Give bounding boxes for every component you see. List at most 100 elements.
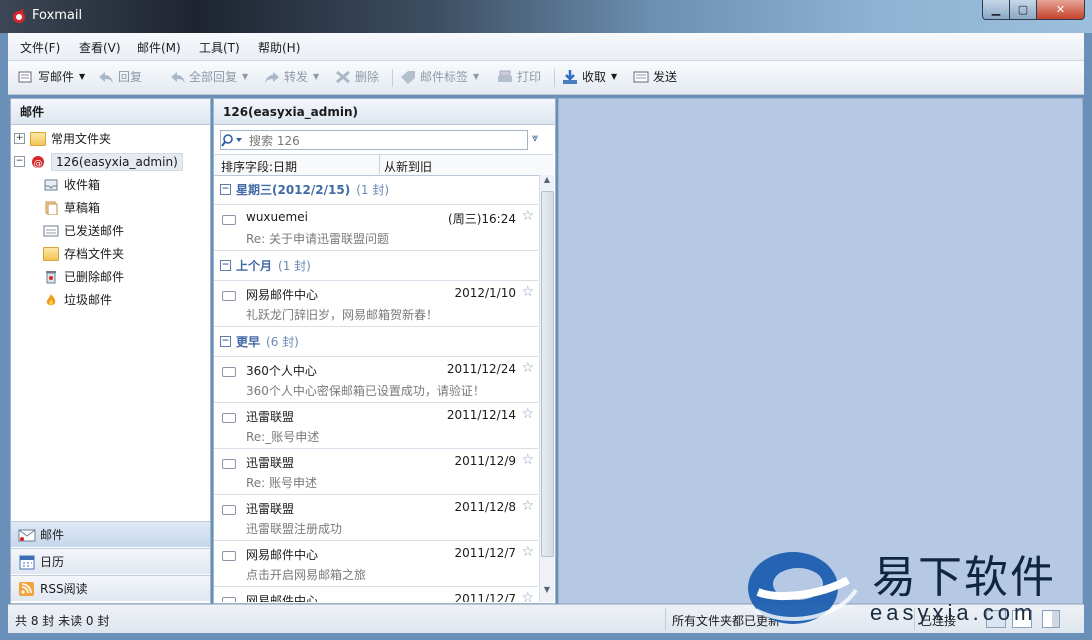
mail-icon — [18, 529, 36, 541]
chevron-down-icon: ▼ — [611, 72, 618, 81]
sort-bar: 排序字段:日期 从新到旧 — [214, 154, 553, 176]
scroll-up-icon[interactable]: ▲ — [541, 175, 553, 189]
receive-button[interactable]: 收取 ▼ — [561, 68, 617, 85]
scrollbar-thumb[interactable] — [541, 191, 554, 557]
collapse-icon[interactable]: − — [220, 184, 231, 195]
delete-button[interactable]: 删除 — [334, 68, 379, 85]
mail-item[interactable]: 网易邮件中心 2011/12/7 ☆ — [214, 587, 538, 602]
star-icon[interactable]: ☆ — [521, 590, 534, 602]
tag-label: 邮件标签 — [420, 70, 469, 84]
star-icon[interactable]: ☆ — [521, 208, 534, 224]
folder-icon — [43, 246, 59, 261]
scroll-down-icon[interactable]: ▼ — [541, 585, 553, 599]
mail-item[interactable]: 网易邮件中心 2011/12/7 ☆ 点击开启网易邮箱之旅 — [214, 541, 538, 587]
tree-item-drafts[interactable]: 草稿箱 — [11, 196, 210, 219]
mail-sender: 迅雷联盟 — [246, 410, 295, 424]
tree-item-label: 已发送邮件 — [64, 224, 125, 238]
star-icon[interactable]: ☆ — [521, 406, 534, 422]
reply-all-button[interactable]: 全部回复 ▼ — [168, 68, 248, 85]
tree-item-label: 草稿箱 — [64, 201, 101, 215]
message-list: − 星期三(2012/2/15) (1 封) wuxuemei (周三)16:2… — [214, 175, 538, 602]
mail-item[interactable]: 360个人中心 2011/12/24 ☆ 360个人中心密保邮箱已设置成功，请验… — [214, 357, 538, 403]
compose-button[interactable]: 写邮件 ▼ — [17, 68, 85, 85]
collapse-icon[interactable]: − — [220, 260, 231, 271]
mail-subject: 点击开启网易邮箱之旅 — [246, 568, 367, 582]
group-header[interactable]: − 更早 (6 封) — [214, 327, 538, 357]
star-icon[interactable]: ☆ — [521, 360, 534, 376]
group-count: (6 封) — [266, 335, 299, 349]
nav-calendar[interactable]: 日历 — [11, 548, 210, 574]
mail-sender: 360个人中心 — [246, 364, 317, 378]
tree-item-trash[interactable]: 已删除邮件 — [11, 265, 210, 288]
tag-icon — [401, 70, 415, 84]
search-icon — [221, 134, 242, 147]
vertical-scrollbar[interactable]: ▲ ▼ — [539, 175, 554, 602]
menu-mail[interactable]: 邮件(M) — [137, 39, 181, 56]
mail-date: 2011/12/14 — [446, 408, 516, 422]
message-list-header: 126(easyxia_admin) — [214, 99, 555, 125]
receive-label: 收取 — [582, 70, 607, 84]
reading-pane-toggle-icon[interactable] — [1042, 610, 1060, 628]
mail-item[interactable]: wuxuemei (周三)16:24 ☆ Re: 关于申请迅雷联盟问题 — [214, 205, 538, 251]
menu-tools[interactable]: 工具(T) — [199, 39, 240, 56]
menu-help[interactable]: 帮助(H) — [258, 39, 300, 56]
trash-icon — [46, 270, 56, 283]
nav-calendar-label: 日历 — [40, 555, 65, 569]
tree-item-inbox[interactable]: 收件箱 — [11, 173, 210, 196]
mail-item[interactable]: 迅雷联盟 2011/12/8 ☆ 迅雷联盟注册成功 — [214, 495, 538, 541]
toolbar: 写邮件 ▼ 回复 全部回复 ▼ 转发 ▼ 删除 邮件标签 ▼ 打印 收取 ▼ 发送 — [8, 61, 1084, 95]
mail-item[interactable]: 迅雷联盟 2011/12/14 ☆ Re:_账号申述 — [214, 403, 538, 449]
tree-item-spam[interactable]: 垃圾邮件 — [11, 288, 210, 311]
compose-label: 写邮件 — [38, 70, 75, 84]
collapse-icon[interactable]: − — [220, 336, 231, 347]
mail-item[interactable]: 网易邮件中心 2012/1/10 ☆ 礼跃龙门辞旧岁，网易邮箱贺新春！ — [214, 281, 538, 327]
forward-button[interactable]: 转发 ▼ — [263, 68, 319, 85]
reading-pane — [558, 98, 1083, 604]
maximize-button[interactable]: ▢ — [1009, 0, 1037, 20]
expand-search-icon[interactable]: ⩔ — [532, 131, 538, 145]
tree-item-label: 存档文件夹 — [64, 247, 125, 261]
group-header[interactable]: − 上个月 (1 封) — [214, 251, 538, 281]
close-button[interactable]: ✕ — [1036, 0, 1085, 20]
reply-all-icon — [171, 71, 185, 83]
mail-date: (周三)16:24 — [448, 212, 516, 226]
menu-view[interactable]: 查看(V) — [79, 39, 121, 56]
minimize-button[interactable]: ▁ — [982, 0, 1010, 20]
tree-item-archive[interactable]: 存档文件夹 — [11, 242, 210, 265]
tag-button[interactable]: 邮件标签 ▼ — [399, 68, 479, 85]
nav-rss[interactable]: RSS阅读 — [11, 575, 210, 601]
envelope-icon — [222, 551, 236, 561]
rss-icon — [19, 581, 34, 596]
send-label: 发送 — [653, 70, 678, 84]
print-button[interactable]: 打印 — [496, 68, 541, 85]
menu-file[interactable]: 文件(F) — [20, 39, 60, 56]
star-icon[interactable]: ☆ — [521, 544, 534, 560]
reply-label: 回复 — [118, 70, 143, 84]
expand-icon[interactable]: + — [14, 133, 25, 144]
mail-item[interactable]: 迅雷联盟 2011/12/9 ☆ Re: 账号申述 — [214, 449, 538, 495]
sort-order[interactable]: 从新到旧 — [384, 158, 432, 175]
tree-item-account[interactable]: − @ 126(easyxia_admin) — [11, 150, 210, 173]
group-title: 更早 — [236, 335, 261, 349]
tree-item-common-folders[interactable]: + 常用文件夹 — [11, 127, 210, 150]
nav-mail[interactable]: 邮件 — [11, 521, 210, 547]
collapse-icon[interactable]: − — [14, 156, 25, 167]
search-input[interactable]: 搜索 126 — [220, 130, 528, 150]
group-header[interactable]: − 星期三(2012/2/15) (1 封) — [214, 175, 538, 205]
star-icon[interactable]: ☆ — [521, 452, 534, 468]
watermark-brand: 易下软件 — [872, 552, 1056, 603]
send-button[interactable]: 发送 — [632, 68, 677, 85]
folder-pane-header: 邮件 — [11, 99, 210, 125]
envelope-icon — [222, 367, 236, 377]
sort-field[interactable]: 排序字段:日期 — [221, 158, 297, 175]
receive-icon — [563, 69, 577, 84]
mail-date: 2011/12/24 — [446, 362, 516, 376]
folder-tree: + 常用文件夹 − @ 126(easyxia_admin) 收件箱 草稿箱 已… — [11, 127, 210, 311]
toolbar-separator — [554, 69, 555, 87]
tree-item-sent[interactable]: 已发送邮件 — [11, 219, 210, 242]
star-icon[interactable]: ☆ — [521, 284, 534, 300]
tree-item-label: 垃圾邮件 — [64, 293, 113, 307]
star-icon[interactable]: ☆ — [521, 498, 534, 514]
reply-button[interactable]: 回复 — [97, 68, 142, 85]
tree-item-label: 126(easyxia_admin) — [51, 152, 183, 171]
